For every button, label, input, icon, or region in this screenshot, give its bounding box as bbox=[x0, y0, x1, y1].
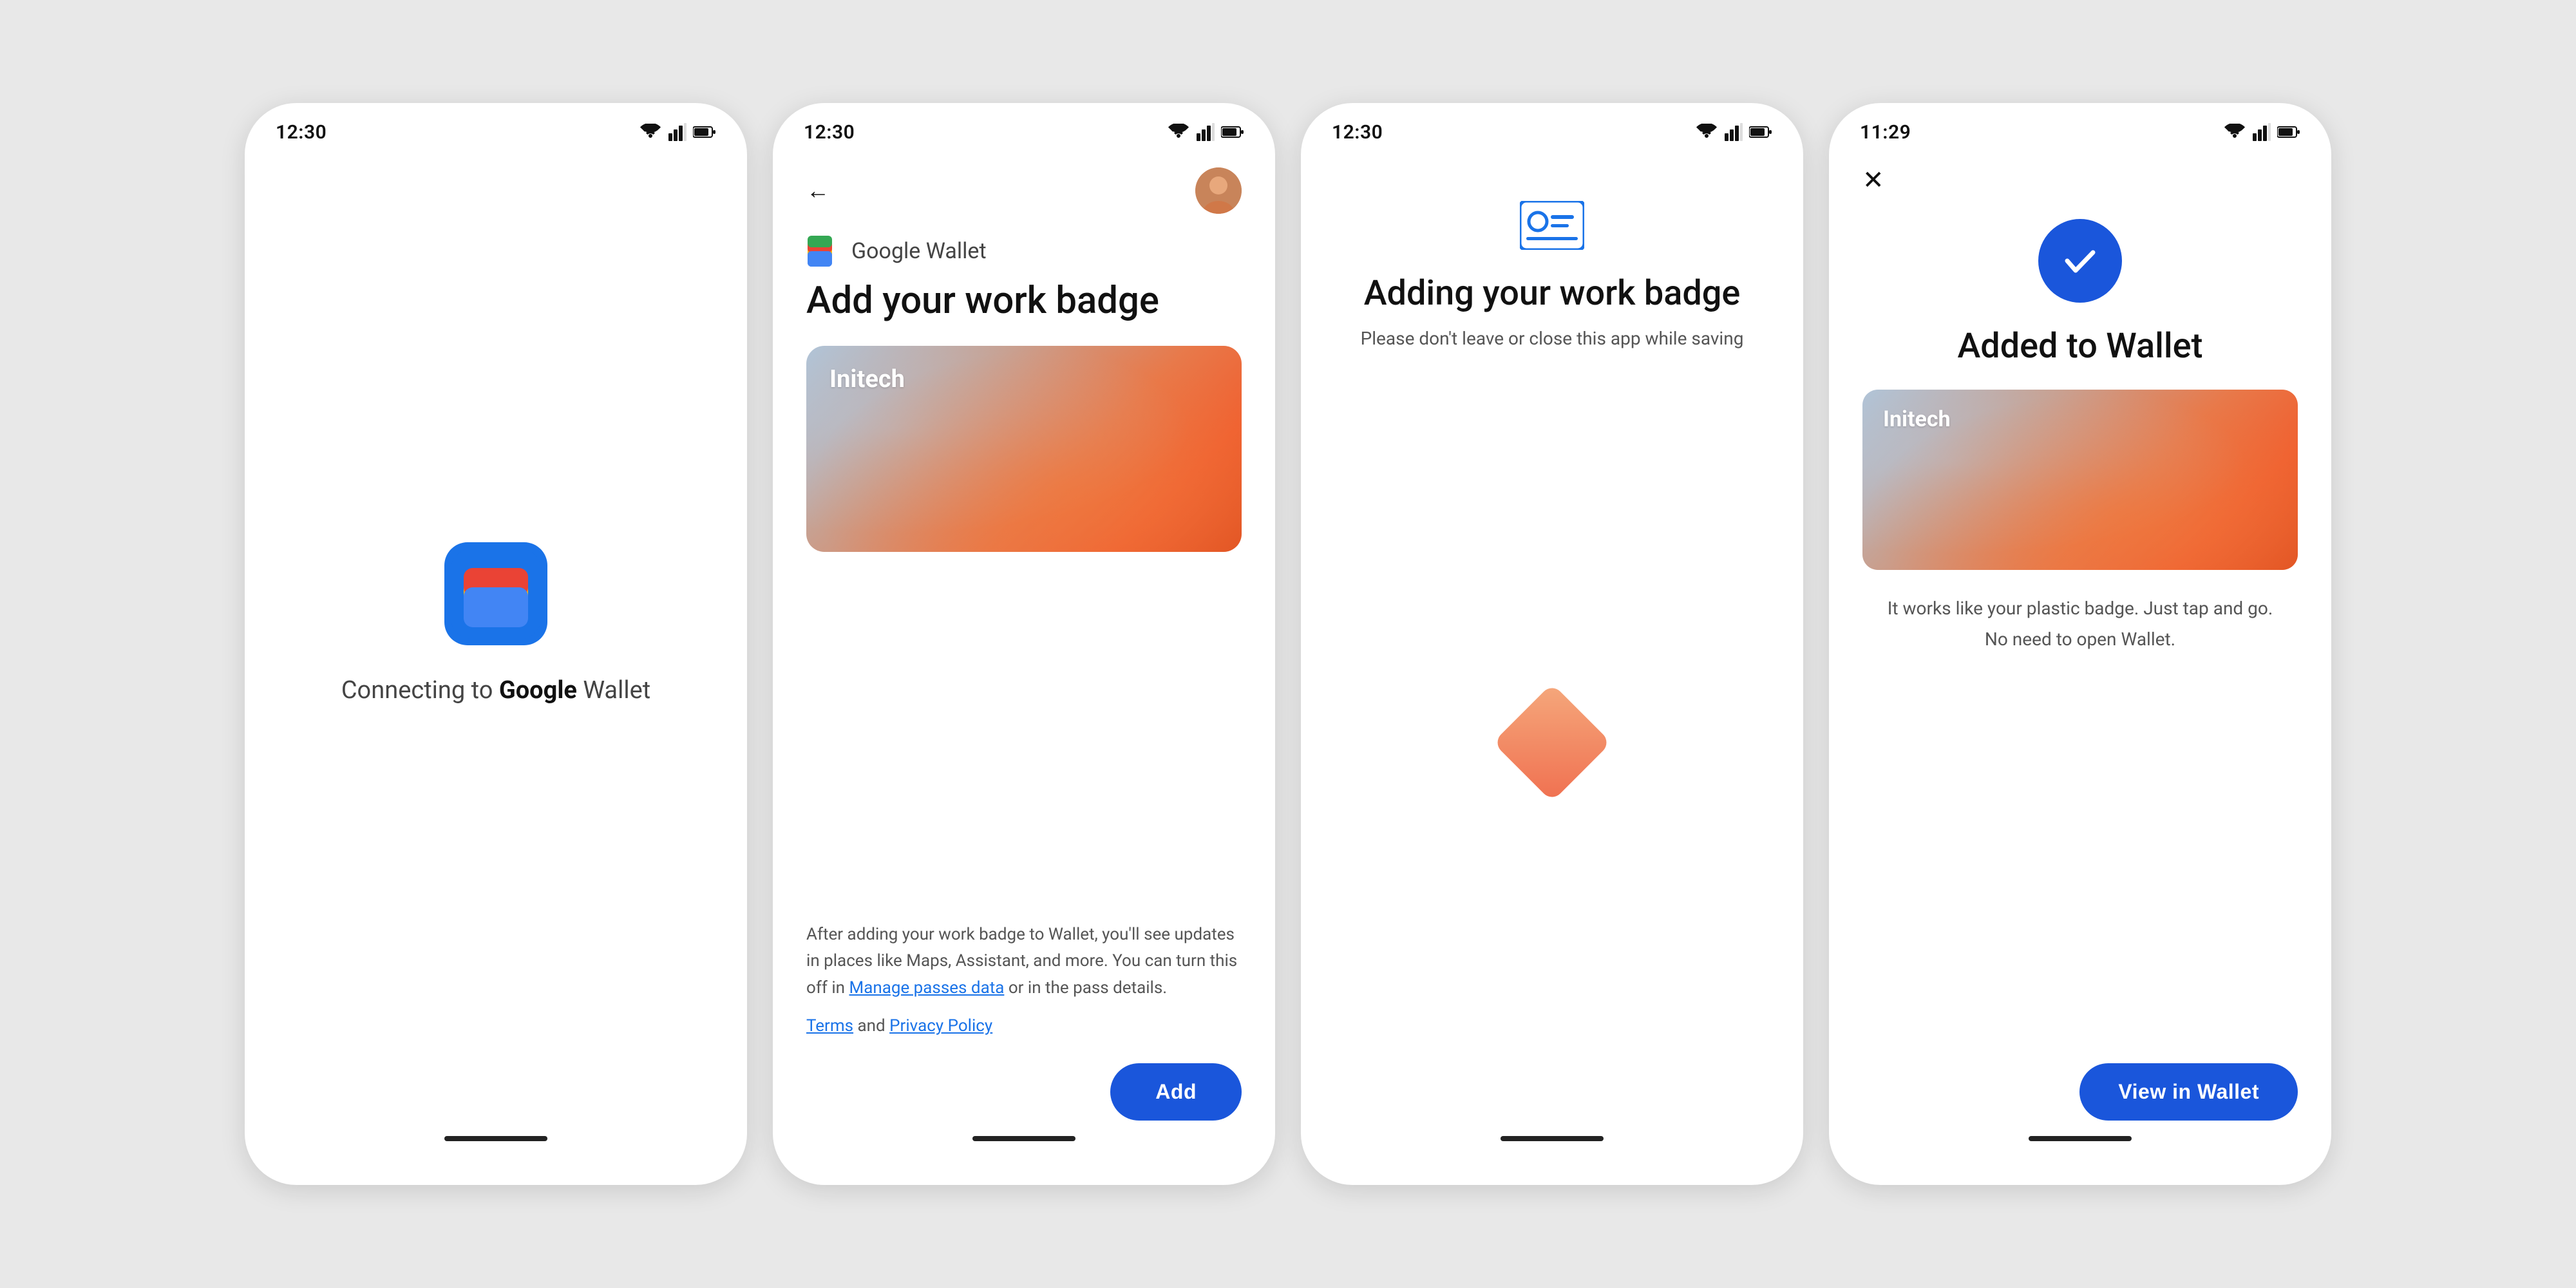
home-bar-3 bbox=[1501, 1136, 1604, 1141]
time-1: 12:30 bbox=[276, 121, 327, 144]
badge-card-4: Initech bbox=[1862, 390, 2298, 570]
terms-text: Terms and Privacy Policy bbox=[806, 1013, 1242, 1040]
loading-indicator bbox=[1494, 685, 1610, 800]
checkmark-icon bbox=[2058, 238, 2103, 283]
status-icons-2 bbox=[1167, 123, 1244, 141]
status-icons-1 bbox=[639, 123, 716, 141]
wifi-icon-2 bbox=[1167, 124, 1190, 140]
close-button[interactable]: ✕ bbox=[1862, 167, 1884, 193]
gw-logo-small bbox=[806, 234, 840, 268]
terms-link[interactable]: Terms bbox=[806, 1016, 853, 1036]
screen3-main: Adding your work badge Please don't leav… bbox=[1334, 162, 1770, 1136]
add-button[interactable]: Add bbox=[1110, 1063, 1242, 1121]
signal-icon-3 bbox=[1725, 123, 1743, 141]
manage-passes-link[interactable]: Manage passes data bbox=[849, 978, 1005, 998]
wifi-icon-4 bbox=[2223, 124, 2246, 140]
status-bar-3: 12:30 bbox=[1301, 103, 1803, 149]
status-bar-4: 11:29 bbox=[1829, 103, 2331, 149]
time-4: 11:29 bbox=[1860, 121, 1911, 144]
time-3: 12:30 bbox=[1332, 121, 1383, 144]
wallet-logo-svg bbox=[451, 549, 541, 639]
google-brand-text: Google bbox=[499, 676, 577, 705]
wifi-icon bbox=[639, 124, 662, 140]
wifi-icon-3 bbox=[1695, 124, 1718, 140]
home-bar-2 bbox=[972, 1136, 1075, 1141]
google-wallet-brand: Google Wallet bbox=[806, 234, 1242, 268]
home-bar-4 bbox=[2029, 1136, 2132, 1141]
view-in-wallet-button[interactable]: View in Wallet bbox=[2079, 1063, 2298, 1121]
badge-card-label-2: Initech bbox=[829, 365, 905, 393]
signal-icon-4 bbox=[2253, 123, 2271, 141]
connecting-text: Connecting to Google Wallet bbox=[341, 676, 650, 705]
screen4-title: Added to Wallet bbox=[1957, 326, 2202, 366]
phone-screen-2: 12:30 ← bbox=[773, 103, 1275, 1185]
battery-icon-4 bbox=[2277, 126, 2300, 138]
status-icons-4 bbox=[2223, 123, 2300, 141]
screen2-header: ← bbox=[806, 162, 1242, 234]
screen2-title: Add your work badge bbox=[806, 279, 1242, 323]
phone-screen-4: 11:29 ✕ bbox=[1829, 103, 2331, 1185]
status-bar-1: 12:30 bbox=[245, 103, 747, 149]
battery-icon-2 bbox=[1221, 126, 1244, 138]
phone-screen-3: 12:30 bbox=[1301, 103, 1803, 1185]
screen4-header: ✕ bbox=[1862, 162, 2298, 219]
back-button[interactable]: ← bbox=[806, 179, 829, 202]
signal-icon-2 bbox=[1197, 123, 1215, 141]
badge-id-icon bbox=[1520, 201, 1584, 250]
info-text-2: After adding your work badge to Wallet, … bbox=[806, 922, 1242, 1002]
screen1-main: Connecting to Google Wallet bbox=[278, 162, 714, 1136]
screen4-main: Added to Wallet Initech It works like yo… bbox=[1862, 219, 2298, 1136]
badge-card-label-4: Initech bbox=[1883, 406, 1951, 432]
screen2-content-area: ← Google Wallet bbox=[773, 149, 1275, 1185]
screen3-title: Adding your work badge bbox=[1364, 273, 1741, 315]
battery-icon-3 bbox=[1749, 126, 1772, 138]
battery-icon bbox=[693, 126, 716, 138]
status-bar-2: 12:30 bbox=[773, 103, 1275, 149]
google-wallet-label: Google Wallet bbox=[851, 238, 987, 264]
screen4-content-area: ✕ Added to Wallet Initech It works like … bbox=[1829, 149, 2331, 1185]
badge-icon-container bbox=[1520, 201, 1584, 252]
time-2: 12:30 bbox=[804, 121, 855, 144]
status-icons-3 bbox=[1695, 123, 1772, 141]
signal-icon bbox=[668, 123, 687, 141]
avatar-svg bbox=[1195, 167, 1242, 214]
phone-screen-1: 12:30 bbox=[245, 103, 747, 1185]
screen1-content-area: Connecting to Google Wallet bbox=[245, 149, 747, 1185]
screen3-subtitle: Please don't leave or close this app whi… bbox=[1361, 328, 1744, 349]
success-icon-circle bbox=[2038, 219, 2122, 303]
diamond-shape bbox=[1493, 683, 1611, 802]
home-bar-1 bbox=[444, 1136, 547, 1141]
screen4-description: It works like your plastic badge. Just t… bbox=[1862, 593, 2298, 654]
screen3-content-area: Adding your work badge Please don't leav… bbox=[1301, 149, 1803, 1185]
privacy-link[interactable]: Privacy Policy bbox=[889, 1016, 992, 1036]
user-avatar bbox=[1195, 167, 1242, 214]
badge-card-2: Initech bbox=[806, 346, 1242, 552]
wallet-logo-icon bbox=[444, 542, 547, 645]
gw-logo-svg bbox=[806, 234, 840, 268]
